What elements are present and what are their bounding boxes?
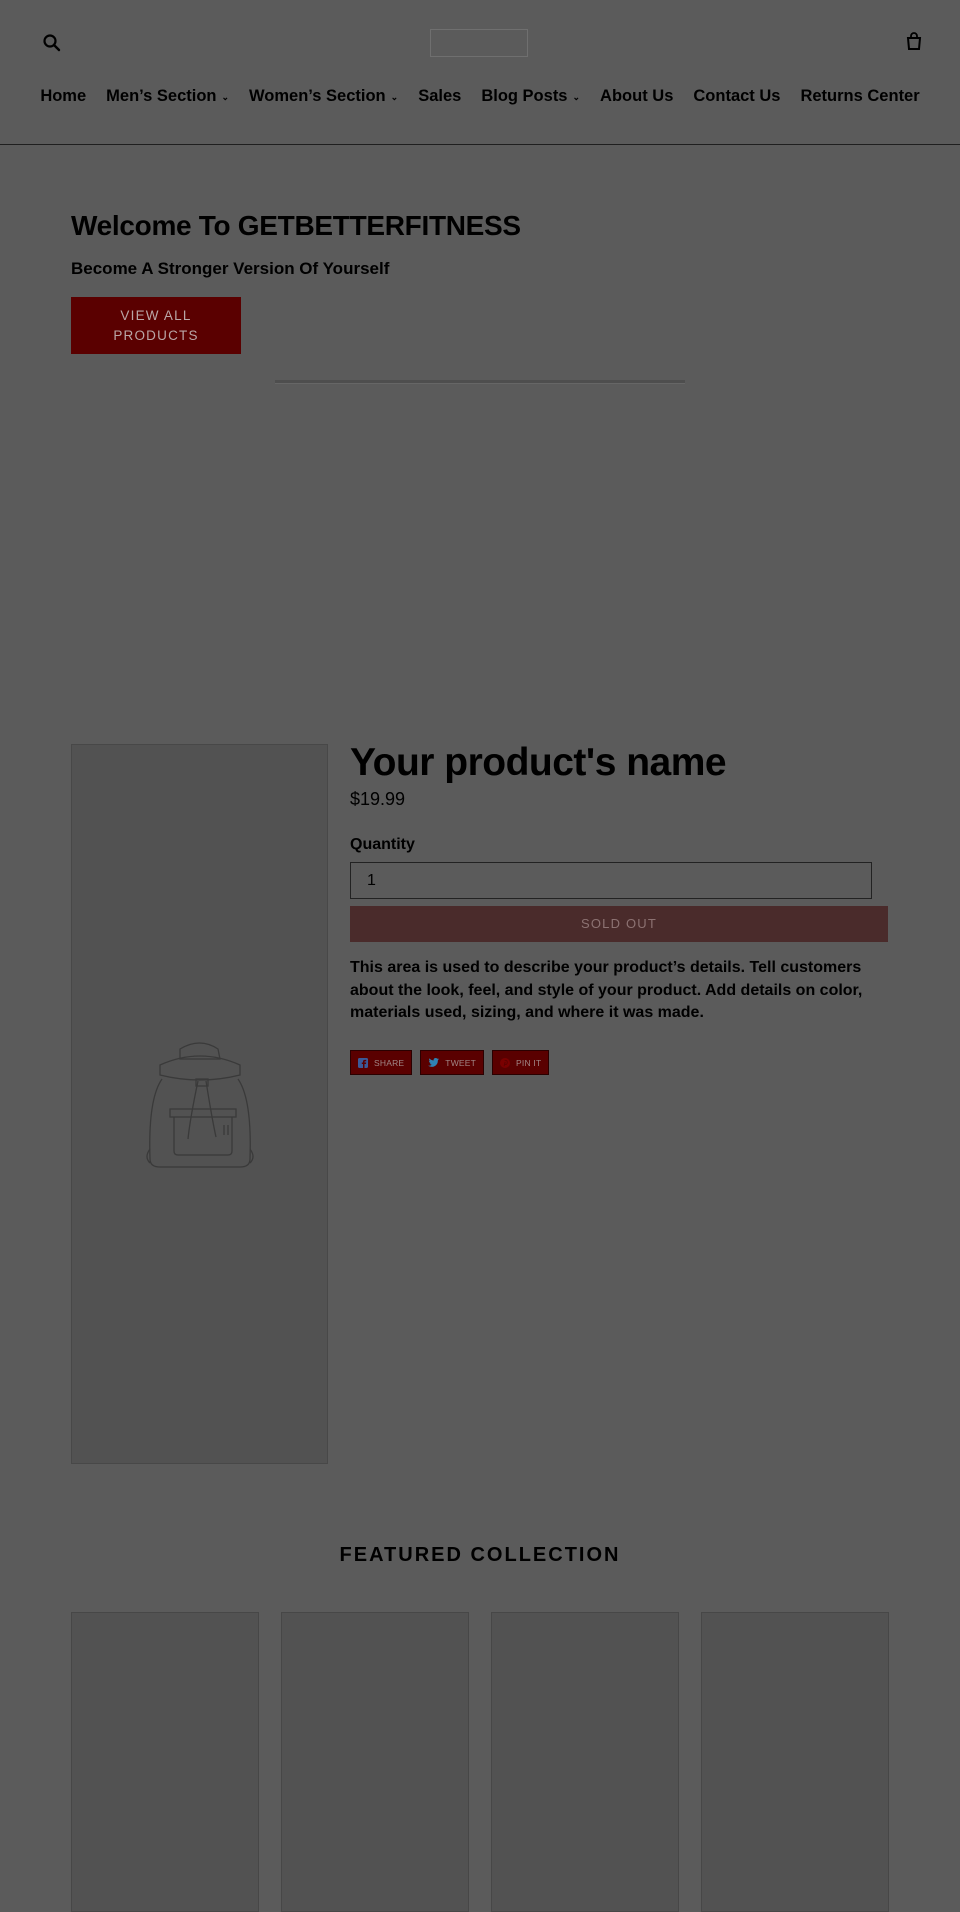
nav-item-about-us[interactable]: About Us <box>600 84 673 108</box>
nav-item-returns-center[interactable]: Returns Center <box>800 84 919 108</box>
featured-collection-title: FEATURED COLLECTION <box>339 1544 621 1566</box>
nav-item-label: About Us <box>600 86 674 105</box>
nav-item-label: Women’s Section <box>249 86 386 105</box>
quantity-field[interactable] <box>350 862 872 899</box>
featured-collection-grid <box>71 1612 911 1912</box>
chevron-down-icon: ⌄ <box>221 91 230 102</box>
hero-subtitle: Become A Stronger Version Of Yourself <box>71 259 390 278</box>
product-card[interactable] <box>701 1612 889 1912</box>
share-label: TWEET <box>445 1057 477 1068</box>
pinterest-pin-button[interactable]: PIN IT <box>492 1050 550 1075</box>
nav-item-label: Contact Us <box>693 86 781 105</box>
header-divider <box>0 144 960 145</box>
nav-item-label: Sales <box>418 86 462 105</box>
nav-item-label: Returns Center <box>800 86 920 105</box>
nav-item-sales[interactable]: Sales <box>418 84 461 108</box>
hero-title: Welcome To GETBETTERFITNESS <box>71 210 521 241</box>
product-price: $19.99 <box>350 789 406 809</box>
nav-item-home[interactable]: Home <box>40 84 86 108</box>
search-icon <box>43 34 61 52</box>
social-share-row: SHARE TWEET PIN IT <box>350 1050 557 1075</box>
product-card[interactable] <box>491 1612 679 1912</box>
share-label: PIN IT <box>516 1057 542 1068</box>
twitter-icon <box>428 1058 440 1067</box>
view-all-products-button[interactable]: VIEW ALL PRODUCTS <box>71 297 241 354</box>
product-title: Your product's name <box>350 741 727 784</box>
button-label-line: VIEW ALL <box>120 307 192 323</box>
product-image[interactable] <box>71 744 328 1464</box>
facebook-icon <box>358 1057 368 1068</box>
button-label-line: PRODUCTS <box>113 327 199 343</box>
sold-out-button[interactable]: SOLD OUT <box>350 906 888 942</box>
main-nav: Home Men’s Section ⌄ Women’s Section ⌄ Sal… <box>0 84 960 108</box>
product-card[interactable] <box>281 1612 469 1912</box>
nav-item-mens-section[interactable]: Men’s Section ⌄ <box>106 84 229 108</box>
share-label: SHARE <box>374 1057 405 1068</box>
quantity-label: Quantity <box>350 836 415 853</box>
cart-icon <box>906 32 922 50</box>
facebook-share-button[interactable]: SHARE <box>350 1050 413 1075</box>
nav-item-blog-posts[interactable]: Blog Posts ⌄ <box>481 84 580 108</box>
cart-button[interactable] <box>904 31 926 55</box>
search-button[interactable] <box>42 33 66 57</box>
nav-item-label: Home <box>40 86 87 105</box>
nav-item-contact-us[interactable]: Contact Us <box>693 84 780 108</box>
chevron-down-icon: ⌄ <box>572 91 581 102</box>
nav-item-label: Men’s Section <box>106 86 217 105</box>
chevron-down-icon: ⌄ <box>390 91 399 102</box>
section-divider <box>275 380 685 384</box>
nav-item-label: Blog Posts <box>481 86 568 105</box>
pinterest-icon <box>500 1057 511 1068</box>
nav-item-womens-section[interactable]: Women’s Section ⌄ <box>249 84 398 108</box>
product-description: This area is used to describe your produ… <box>350 959 863 1021</box>
twitter-tweet-button[interactable]: TWEET <box>420 1050 485 1075</box>
product-card[interactable] <box>71 1612 259 1912</box>
store-logo[interactable] <box>430 29 528 57</box>
backpack-icon <box>146 1042 254 1168</box>
